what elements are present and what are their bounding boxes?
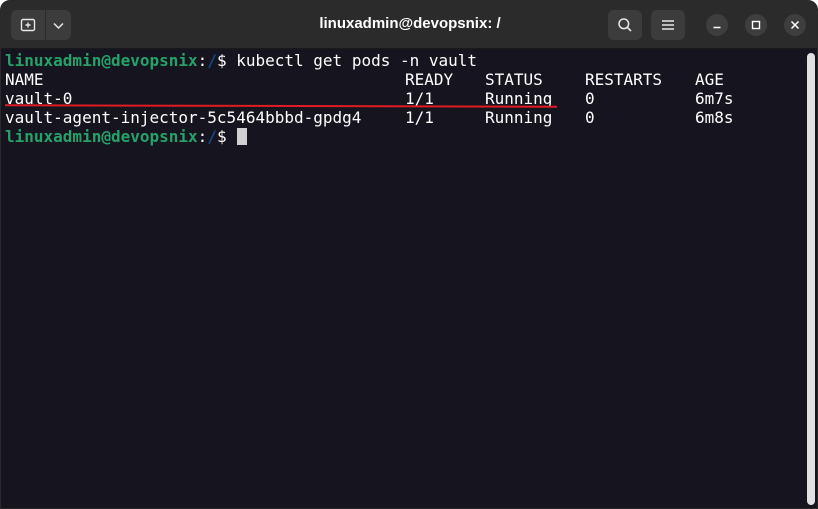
pod-ready: 1/1: [405, 108, 434, 127]
hamburger-menu-icon: [662, 20, 674, 30]
maximize-icon: [751, 20, 761, 30]
command-text: kubectl get pods -n vault: [236, 51, 478, 70]
menu-button[interactable]: [651, 10, 685, 40]
terminal-window: linuxadmin@devopsnix: / linuxadmin@devop…: [0, 0, 818, 509]
prompt-symbol: $: [216, 51, 227, 70]
pod-status: Running: [485, 108, 553, 127]
title-bar: linuxadmin@devopsnix: /: [1, 1, 817, 49]
vertical-scrollbar[interactable]: [807, 53, 815, 505]
pod-restarts: 0: [585, 89, 595, 108]
pod-restarts: 0: [585, 108, 595, 127]
prompt-separator: :: [197, 127, 208, 146]
prompt-user: linuxadmin@devopsnix: [5, 51, 198, 70]
minimize-icon: [713, 26, 721, 29]
table-header-row: NAME READY STATUS RESTARTS AGE: [5, 70, 807, 89]
prompt-line: linuxadmin@devopsnix:/$: [5, 127, 807, 146]
prompt-separator: :: [197, 51, 208, 70]
window-title: linuxadmin@devopsnix: /: [319, 15, 501, 32]
command-line: linuxadmin@devopsnix:/$ kubectl get pods…: [5, 51, 807, 70]
header-name: NAME: [5, 70, 44, 89]
prompt-symbol: $: [216, 127, 227, 146]
table-row: vault-agent-injector-5c5464bbbd-gpdg4 1/…: [5, 108, 807, 127]
prompt-path: /: [207, 51, 217, 70]
header-age: AGE: [695, 70, 724, 89]
maximize-button[interactable]: [745, 14, 767, 36]
minimize-button[interactable]: [706, 14, 728, 36]
search-button[interactable]: [608, 10, 642, 40]
close-button[interactable]: [784, 14, 806, 36]
search-icon: [618, 18, 632, 32]
header-status: STATUS: [485, 70, 543, 89]
header-restarts: RESTARTS: [585, 70, 663, 89]
prompt-path: /: [207, 127, 217, 146]
text-cursor: [237, 128, 248, 145]
terminal-output[interactable]: linuxadmin@devopsnix:/$ kubectl get pods…: [1, 49, 807, 508]
close-icon: [790, 20, 800, 30]
prompt-user: linuxadmin@devopsnix: [5, 127, 198, 146]
pod-age: 6m8s: [695, 108, 734, 127]
pod-name: vault-agent-injector-5c5464bbbd-gpdg4: [5, 108, 362, 127]
pod-age: 6m7s: [695, 89, 734, 108]
header-ready: READY: [405, 70, 454, 89]
